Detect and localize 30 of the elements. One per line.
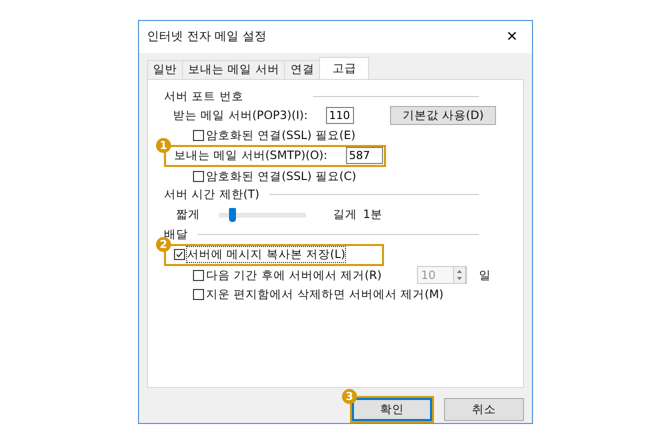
section-heading: 서버 포트 번호: [164, 89, 244, 104]
checkbox-label: 암호화된 연결(SSL) 필요(C): [206, 168, 356, 184]
checkbox[interactable]: [193, 288, 204, 300]
callout-badge: 1: [156, 138, 171, 153]
checkbox[interactable]: [193, 170, 204, 182]
window-title: 인터넷 전자 메일 설정: [147, 28, 266, 46]
checkbox[interactable]: [174, 249, 185, 260]
slider-thumb[interactable]: [228, 208, 236, 222]
slider-label: 길게: [333, 207, 358, 222]
close-button[interactable]: ✕: [492, 22, 532, 52]
port-field[interactable]: 110: [326, 107, 354, 124]
checkbox-label: 다음 기간 후에 서버에서 제거(R): [206, 268, 383, 283]
checkbox-label: 지운 편지함에서 삭제하면 서버에서 제거(M): [206, 286, 444, 302]
checkbox[interactable]: [193, 130, 204, 141]
checkbox-label: 암호화된 연결(SSL) 필요(E): [206, 128, 356, 143]
field-label: 보내는 메일 서버(SMTP)(O):: [174, 148, 328, 164]
field-label: 받는 메일 서버(POP3)(I):: [173, 108, 309, 124]
dialog-button[interactable]: 확인: [352, 398, 432, 421]
default-button[interactable]: 기본값 사용(D): [390, 106, 496, 126]
section-heading: 서버 시간 제한(T): [164, 187, 260, 202]
dialog-button[interactable]: 취소: [444, 398, 524, 421]
days-value: 10: [421, 268, 436, 282]
port-field[interactable]: 587: [346, 147, 383, 164]
timeout-value: 1분: [363, 207, 382, 222]
unit-label: 일: [479, 268, 491, 283]
slider-label: 짧게: [176, 207, 201, 222]
checkbox-label: 서버에 메시지 복사본 저장(L): [187, 247, 346, 262]
callout-badge: 3: [342, 389, 357, 404]
tab[interactable]: 일반: [147, 60, 183, 79]
tab[interactable]: 고급: [319, 56, 370, 79]
